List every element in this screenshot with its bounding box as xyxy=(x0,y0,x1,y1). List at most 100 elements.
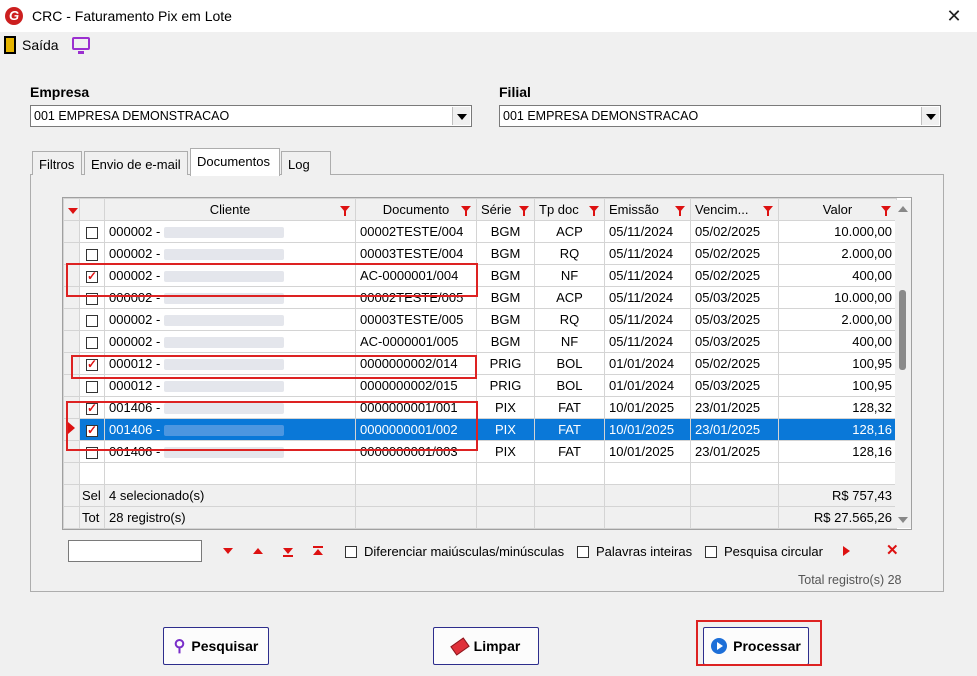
search-input[interactable] xyxy=(68,540,202,562)
search-prev-icon[interactable] xyxy=(253,548,263,554)
grid-scrollbar[interactable] xyxy=(895,200,911,528)
highlight-box xyxy=(66,401,478,451)
cell-vencimento: 23/01/2025 xyxy=(690,396,779,419)
filter-icon[interactable] xyxy=(675,206,685,216)
cell-tpdoc: FAT xyxy=(534,396,605,419)
table-row[interactable]: 000002 - AC-0000001/005 BGM NF 05/11/2024 05… xyxy=(63,330,897,353)
filter-icon[interactable] xyxy=(763,206,773,216)
cell-vencimento: 05/03/2025 xyxy=(690,330,779,353)
filter-icon[interactable] xyxy=(519,206,529,216)
tot-count: 28 registro(s) xyxy=(104,506,356,529)
cell-serie: PRIG xyxy=(476,352,535,375)
cell-serie: PIX xyxy=(476,418,535,441)
footer-cell xyxy=(690,506,779,529)
tab-envio-email[interactable]: Envio de e-mail xyxy=(84,151,188,175)
circular-search-label[interactable]: Pesquisa circular xyxy=(724,544,823,559)
table-row[interactable]: 000002 - 00002TESTE/004 BGM ACP 05/11/2024 0… xyxy=(63,220,897,243)
scroll-thumb[interactable] xyxy=(899,290,906,370)
row-checkbox[interactable] xyxy=(86,336,98,349)
grid-menu-header[interactable] xyxy=(63,198,80,221)
exit-button-label[interactable]: Saída xyxy=(22,37,59,53)
monitor-icon[interactable] xyxy=(72,37,90,50)
tab-log[interactable]: Log xyxy=(281,151,331,175)
cell-tpdoc: RQ xyxy=(534,242,605,265)
tot-total: R$ 27.565,26 xyxy=(778,506,897,529)
pesquisar-button[interactable]: ⚲ Pesquisar xyxy=(163,627,269,665)
search-last-icon[interactable] xyxy=(283,548,293,554)
col-header-serie[interactable]: Série xyxy=(476,198,535,221)
case-sensitive-label[interactable]: Diferenciar maiúsculas/minúsculas xyxy=(364,544,564,559)
row-checkbox-cell[interactable] xyxy=(79,220,105,243)
col-header-vencimento[interactable]: Vencim... xyxy=(690,198,779,221)
filter-icon[interactable] xyxy=(589,206,599,216)
row-indicator xyxy=(63,220,80,243)
circular-search-checkbox[interactable] xyxy=(705,546,717,558)
empty-cell xyxy=(79,462,105,485)
cell-tpdoc: NF xyxy=(534,264,605,287)
cell-tpdoc: RQ xyxy=(534,308,605,331)
redacted-name xyxy=(163,227,284,239)
chevron-down-icon[interactable] xyxy=(921,107,939,125)
select-all-header[interactable] xyxy=(79,198,105,221)
cell-vencimento: 05/02/2025 xyxy=(690,220,779,243)
whole-words-label[interactable]: Palavras inteiras xyxy=(596,544,692,559)
cell-vencimento: 05/03/2025 xyxy=(690,308,779,331)
footer-cell xyxy=(604,484,691,507)
row-checkbox-cell[interactable] xyxy=(79,330,105,353)
row-checkbox-cell[interactable] xyxy=(79,308,105,331)
whole-words-checkbox[interactable] xyxy=(577,546,589,558)
row-checkbox[interactable] xyxy=(86,248,98,261)
filter-icon[interactable] xyxy=(461,206,471,216)
col-header-tpdoc[interactable]: Tp doc xyxy=(534,198,605,221)
table-row[interactable]: 000002 - 00003TESTE/004 BGM RQ 05/11/2024 05… xyxy=(63,242,897,265)
cell-tpdoc: BOL xyxy=(534,352,605,375)
row-checkbox[interactable] xyxy=(86,314,98,327)
cell-tpdoc: ACP xyxy=(534,286,605,309)
close-icon[interactable]: ✕ xyxy=(942,4,966,28)
cell-serie: BGM xyxy=(476,330,535,353)
row-checkbox-cell[interactable] xyxy=(79,242,105,265)
case-sensitive-checkbox[interactable] xyxy=(345,546,357,558)
filter-icon[interactable] xyxy=(881,206,891,216)
empresa-select[interactable]: 001 EMPRESA DEMONSTRACAO xyxy=(30,105,472,127)
filter-icon[interactable] xyxy=(340,206,350,216)
empty-cell xyxy=(476,462,535,485)
clear-search-icon[interactable]: ✕ xyxy=(886,541,899,559)
filial-select[interactable]: 001 EMPRESA DEMONSTRACAO xyxy=(499,105,941,127)
cell-tpdoc: NF xyxy=(534,330,605,353)
row-checkbox[interactable] xyxy=(86,380,98,393)
cell-emissao: 10/01/2025 xyxy=(604,440,691,463)
chevron-down-icon[interactable] xyxy=(452,107,470,125)
tab-documentos[interactable]: Documentos xyxy=(190,148,280,176)
row-checkbox[interactable] xyxy=(86,226,98,239)
col-header-cliente[interactable]: Cliente xyxy=(104,198,356,221)
cell-emissao: 05/11/2024 xyxy=(604,220,691,243)
col-header-documento[interactable]: Documento xyxy=(355,198,477,221)
cell-documento: 00003TESTE/005 xyxy=(355,308,477,331)
exit-door-icon[interactable] xyxy=(4,36,16,54)
col-header-valor[interactable]: Valor xyxy=(778,198,897,221)
empty-cell xyxy=(104,462,356,485)
app-logo-icon: G xyxy=(5,7,23,25)
row-indicator xyxy=(63,462,80,485)
scroll-down-icon[interactable] xyxy=(898,517,908,523)
cell-tpdoc: FAT xyxy=(534,418,605,441)
cell-serie: BGM xyxy=(476,242,535,265)
cell-serie: BGM xyxy=(476,308,535,331)
search-first-icon[interactable] xyxy=(313,549,323,555)
highlight-box xyxy=(696,620,822,666)
tab-filtros[interactable]: Filtros xyxy=(32,151,82,175)
table-row[interactable]: 000002 - 00003TESTE/005 BGM RQ 05/11/2024 05… xyxy=(63,308,897,331)
limpar-button[interactable]: Limpar xyxy=(433,627,539,665)
total-registros: Total registro(s) 28 xyxy=(798,573,902,587)
filial-value: 001 EMPRESA DEMONSTRACAO xyxy=(503,109,699,123)
cell-valor: 100,95 xyxy=(778,352,897,375)
search-next-icon[interactable] xyxy=(223,548,233,554)
empresa-value: 001 EMPRESA DEMONSTRACAO xyxy=(34,109,230,123)
play-search-icon[interactable] xyxy=(843,546,850,556)
row-indicator xyxy=(63,330,80,353)
scroll-up-icon[interactable] xyxy=(898,206,908,212)
cell-documento: 00003TESTE/004 xyxy=(355,242,477,265)
search-icon: ⚲ xyxy=(173,638,186,655)
col-header-emissao[interactable]: Emissão xyxy=(604,198,691,221)
